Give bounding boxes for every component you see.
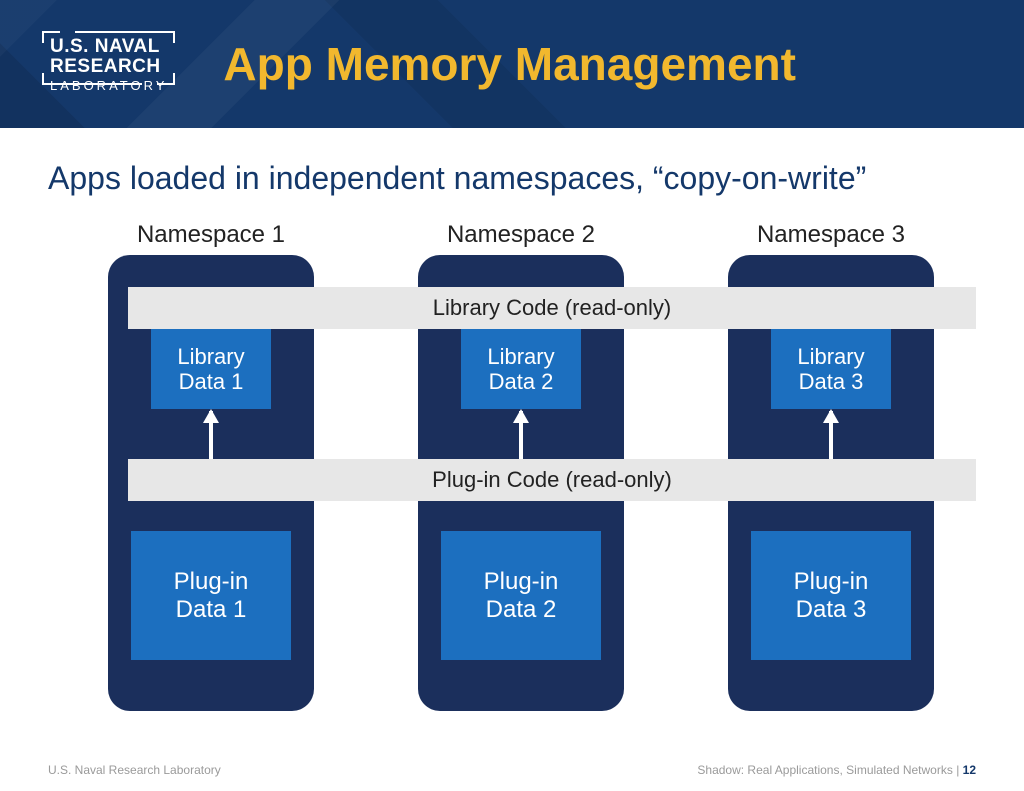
footer-right: Shadow: Real Applications, Simulated Net…: [697, 763, 976, 777]
namespace-label-2: Namespace 2: [418, 221, 624, 249]
plugin-data-2: Plug-in Data 2: [441, 531, 601, 660]
plugin-data-3: Plug-in Data 3: [751, 531, 911, 660]
arrow-2: [519, 411, 523, 459]
slide-header: U.S. NAVAL RESEARCH LABORATORY App Memor…: [0, 0, 1024, 128]
memory-diagram: Namespace 1 Namespace 2 Namespace 3 Libr…: [48, 221, 976, 721]
library-data-3: Library Data 3: [771, 329, 891, 409]
page-number: 12: [963, 763, 976, 777]
slide-subtitle: Apps loaded in independent namespaces, “…: [48, 160, 976, 197]
library-data-2: Library Data 2: [461, 329, 581, 409]
namespace-label-1: Namespace 1: [108, 221, 314, 249]
arrow-1: [209, 411, 213, 459]
library-data-1: Library Data 1: [151, 329, 271, 409]
plugin-code-band: Plug-in Code (read-only): [128, 459, 976, 501]
nrl-logo: U.S. NAVAL RESEARCH LABORATORY: [42, 31, 175, 97]
arrow-3: [829, 411, 833, 459]
slide-content: Apps loaded in independent namespaces, “…: [0, 128, 1024, 748]
slide-title: App Memory Management: [223, 37, 796, 91]
namespace-label-3: Namespace 3: [728, 221, 934, 249]
library-code-band: Library Code (read-only): [128, 287, 976, 329]
footer-left: U.S. Naval Research Laboratory: [48, 763, 221, 777]
slide-footer: U.S. Naval Research Laboratory Shadow: R…: [0, 763, 1024, 777]
plugin-data-1: Plug-in Data 1: [131, 531, 291, 660]
